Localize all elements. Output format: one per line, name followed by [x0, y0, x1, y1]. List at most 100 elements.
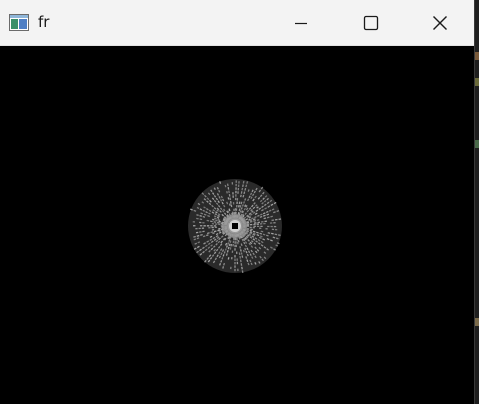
figure-ray-segment: [200, 234, 203, 236]
figure-ray-segment: [226, 191, 228, 194]
figure-ray-segment: [241, 255, 244, 258]
figure-ray-segment: [227, 246, 230, 250]
figure-ray-segment: [217, 229, 221, 232]
figure-ray-segment: [259, 235, 263, 238]
maximize-button[interactable]: [336, 0, 406, 45]
figure-ray-segment: [213, 230, 217, 233]
figure-ray-segment: [206, 234, 209, 237]
figure-ray-segment: [194, 242, 198, 245]
figure-ray-segment: [247, 262, 250, 266]
figure-ray-segment: [205, 211, 208, 214]
figure-ray-segment: [222, 266, 225, 269]
render-canvas[interactable]: [0, 46, 474, 404]
figure-ray-segment: [246, 221, 250, 224]
figure-ray-segment: [217, 218, 221, 221]
close-button[interactable]: [405, 0, 474, 45]
figure-ray-segment: [241, 204, 244, 207]
figure-ray-segment: [259, 215, 263, 218]
figure-ray-segment: [259, 232, 263, 235]
figure-ray-segment: [239, 246, 242, 249]
figure-ray-segment: [212, 218, 215, 221]
figure-ray-segment: [227, 242, 230, 245]
figure-ray-segment: [266, 234, 269, 237]
figure-ray-segment: [244, 247, 247, 251]
figure-ray-segment: [219, 181, 222, 184]
figure-ray-segment: [242, 249, 245, 253]
figure-ray-segment: [238, 236, 241, 240]
figure-ray-segment: [202, 215, 206, 218]
figure-ray-segment: [262, 233, 266, 236]
figure-ray-segment: [274, 233, 278, 236]
figure-ray-segment: [254, 216, 257, 219]
figure-ray-segment: [215, 232, 219, 236]
figure-ray-segment: [271, 208, 275, 211]
figure-ray-segment: [196, 237, 200, 240]
figure-ray-segment: [249, 219, 253, 222]
figure-ray-segment: [256, 231, 259, 234]
figure-ray-segment: [245, 250, 248, 254]
figure-ray-segment: [229, 203, 231, 206]
figure-ray-segment: [262, 214, 266, 217]
figure-ray-segment: [200, 212, 204, 215]
figure-ray-segment: [220, 228, 224, 231]
figure-ray-segment: [213, 217, 217, 220]
maximize-icon: [363, 15, 379, 30]
figure-ray-segment: [193, 209, 197, 212]
figure-ray-segment: [246, 259, 249, 263]
figure-ray-segment: [224, 184, 227, 188]
figure-ray-segment: [193, 238, 197, 241]
figure-ray-segment: [244, 198, 247, 201]
figure-ray-segment: [220, 260, 223, 263]
figure-ray-segment: [197, 241, 201, 244]
figure-ray-segment: [262, 212, 266, 215]
figure-ray-segment: [219, 263, 222, 266]
figure-ray-segment: [237, 211, 240, 215]
figure-ray-segment: [220, 195, 223, 199]
figure-ray-segment: [229, 240, 232, 243]
figure-ray-segment: [266, 216, 270, 219]
figure-ray-segment: [226, 201, 229, 205]
background-strip-mark: [475, 318, 479, 326]
figure-ray-segment: [208, 212, 211, 215]
background-strip-mark: [475, 140, 479, 148]
figure-ray-segment: [249, 220, 253, 223]
figure-ray-segment: [252, 230, 256, 233]
figure-ray-segment: [250, 262, 253, 266]
window-title: fr: [38, 13, 50, 31]
figure-ray-segment: [239, 249, 242, 252]
figure-ray-segment: [276, 242, 280, 245]
figure-ray-segment: [196, 234, 200, 237]
figure-ray-segment: [237, 239, 240, 243]
figure-ray-segment: [225, 245, 228, 248]
figure-ray-segment: [263, 217, 267, 220]
figure-ray-segment: [242, 194, 245, 198]
figure-ray-segment: [240, 207, 243, 210]
figure-ray-segment: [249, 229, 253, 232]
figure-ray-segment: [228, 243, 231, 247]
figure-ray-segment: [210, 231, 214, 234]
figure-ray-segment: [267, 232, 271, 234]
figure-ray-segment: [212, 232, 215, 235]
background-strip-mark: [475, 52, 479, 60]
title-bar[interactable]: fr: [0, 0, 474, 46]
figure-ray-segment: [240, 252, 243, 255]
figure-ray-segment: [223, 251, 226, 254]
starburst-figure: [188, 179, 282, 274]
figure-ray-segment: [213, 215, 217, 218]
figure-ray-segment: [222, 198, 225, 202]
close-icon: [433, 15, 447, 30]
figure-ray-segment: [246, 227, 250, 230]
figure-ray-segment: [256, 233, 260, 237]
figure-ray-segment: [260, 213, 263, 216]
figure-ray-segment: [253, 220, 256, 222]
minimize-button[interactable]: [266, 0, 336, 45]
figure-ray-segment: [244, 187, 247, 191]
figure-ray-segment: [216, 187, 219, 190]
figure-ray-segment: [223, 262, 226, 266]
figure-ray-segment: [228, 208, 231, 212]
figure-ray-segment: [199, 215, 202, 217]
figure-ray-segment: [215, 219, 218, 222]
app-window: fr: [0, 0, 475, 404]
figure-ray-segment: [256, 219, 260, 222]
figure-ray-segment: [221, 230, 225, 233]
